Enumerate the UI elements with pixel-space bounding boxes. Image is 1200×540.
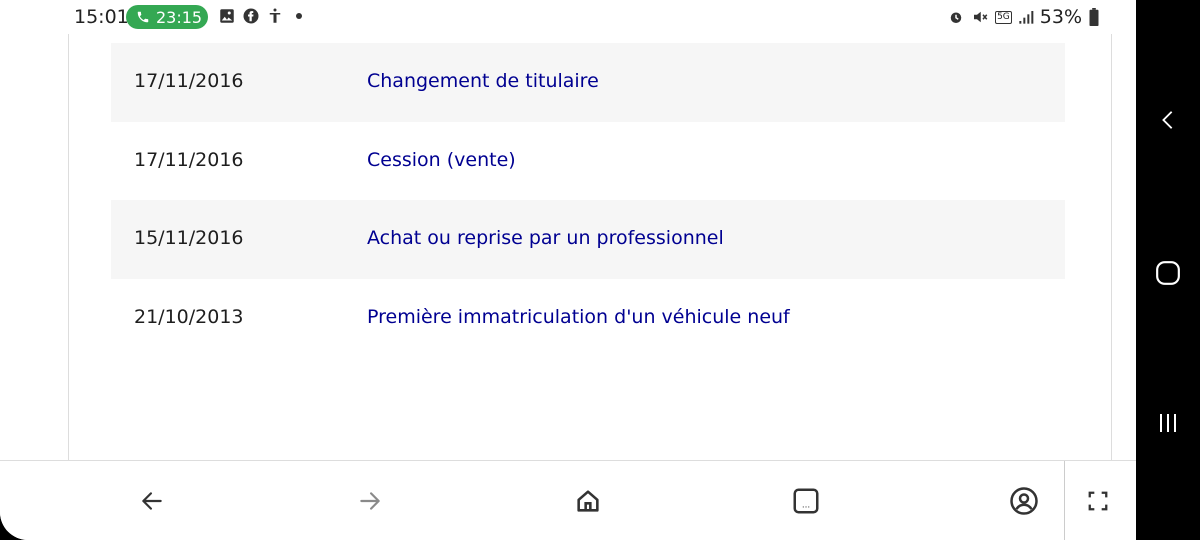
battery-icon [1089, 8, 1099, 26]
account-icon [1010, 487, 1038, 515]
phone-screen: 15:01 23:15 5G 53% 17/11/2016 Changement… [0, 0, 1136, 540]
history-event: Cession (vente) [367, 149, 516, 171]
back-arrow-icon [142, 492, 162, 510]
phone-icon [137, 11, 149, 23]
ongoing-call-pill[interactable]: 23:15 [126, 5, 208, 29]
system-navigation-bar [1136, 0, 1200, 540]
forward-arrow-icon [360, 492, 380, 510]
home-button[interactable] [564, 477, 612, 525]
toolbar-divider [1064, 461, 1065, 540]
history-row: 15/11/2016 Achat ou reprise par un profe… [111, 200, 1065, 279]
alarm-icon [950, 12, 962, 23]
status-time: 15:01 [74, 6, 129, 28]
system-home-button[interactable] [1136, 243, 1200, 303]
home-circle-icon [1156, 261, 1180, 285]
tabs-button[interactable]: ... [782, 477, 830, 525]
dot-icon [296, 13, 302, 19]
chevron-left-icon [1162, 111, 1173, 129]
facebook-icon [243, 8, 259, 24]
home-icon [577, 490, 599, 512]
history-date: 17/11/2016 [134, 70, 244, 92]
signal-icon [1019, 11, 1034, 24]
system-status-icons: 5G 53% [947, 6, 1100, 28]
call-timer: 23:15 [156, 7, 203, 27]
history-event: Changement de titulaire [367, 70, 599, 92]
forward-button[interactable] [346, 477, 394, 525]
fullscreen-icon [1088, 491, 1108, 511]
system-recents-button[interactable] [1136, 393, 1200, 453]
account-button[interactable] [1000, 477, 1048, 525]
notification-icons [218, 7, 308, 25]
history-event: Achat ou reprise par un professionnel [367, 227, 724, 249]
gallery-icon [220, 9, 234, 23]
tabs-icon-text: ... [802, 500, 810, 510]
battery-percentage: 53% [1039, 6, 1082, 28]
history-event: Première immatriculation d'un véhicule n… [367, 306, 790, 328]
history-date: 15/11/2016 [134, 227, 244, 249]
history-row: 17/11/2016 Changement de titulaire [111, 43, 1065, 122]
browser-toolbar: ... [0, 460, 1136, 540]
history-row: 21/10/2013 Première immatriculation d'un… [111, 279, 1065, 358]
history-row: 17/11/2016 Cession (vente) [111, 122, 1065, 201]
status-bar: 15:01 23:15 5G 53% [0, 0, 1136, 34]
mute-icon [974, 11, 988, 23]
network-badge: 5G [995, 10, 1012, 24]
accessibility-icon [269, 8, 281, 23]
tabs-icon: ... [793, 488, 819, 514]
system-back-button[interactable] [1136, 90, 1200, 150]
history-date: 21/10/2013 [134, 306, 244, 328]
fullscreen-button[interactable] [1074, 477, 1122, 525]
recents-icon [1160, 414, 1176, 432]
back-button[interactable] [128, 477, 176, 525]
history-date: 17/11/2016 [134, 149, 244, 171]
